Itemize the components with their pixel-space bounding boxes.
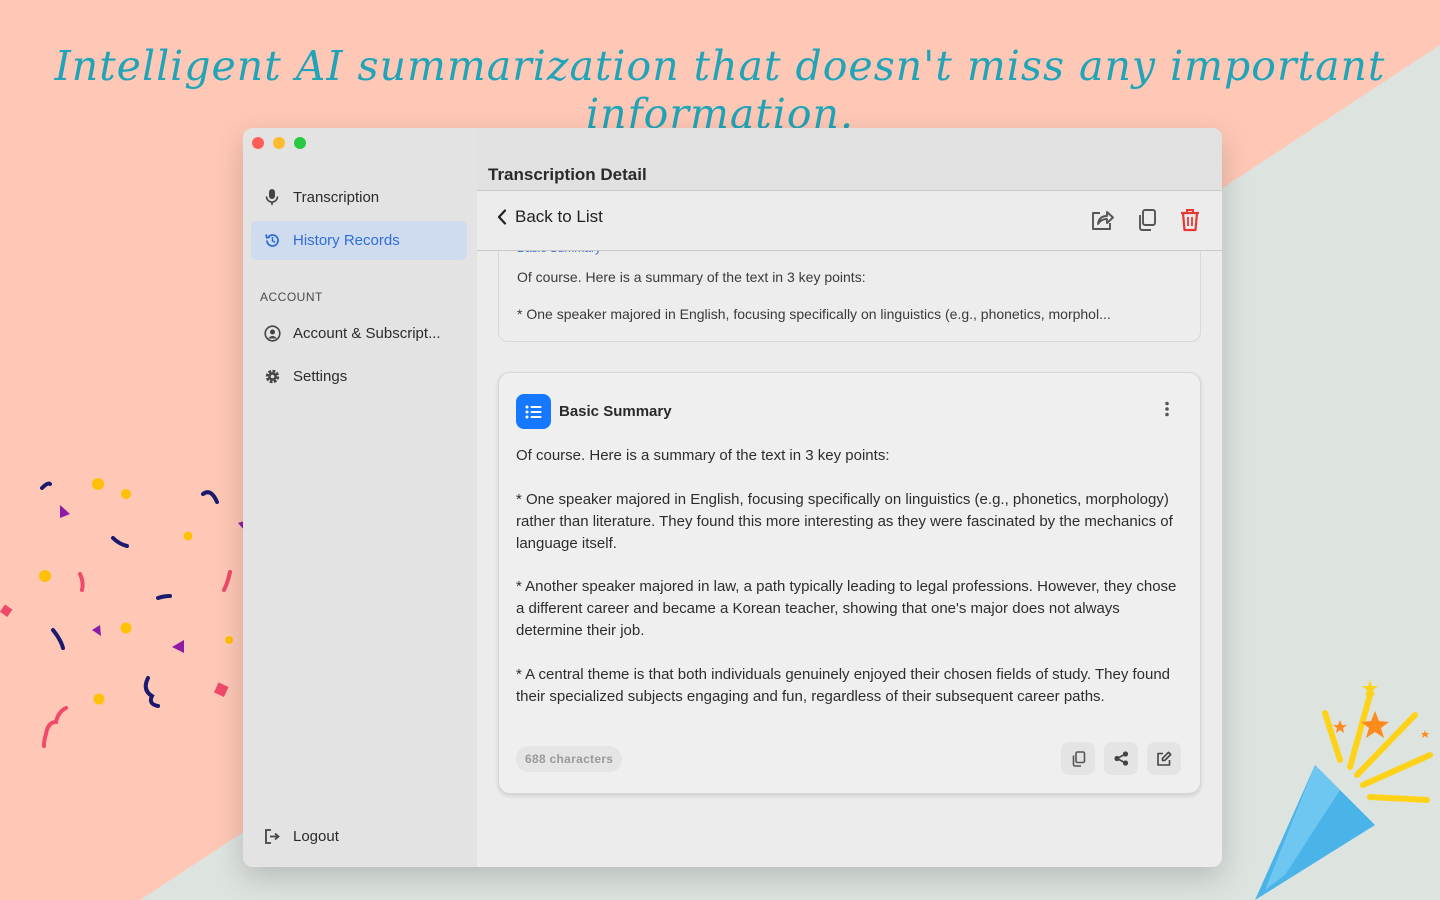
- summary-card-title: Basic Summary: [559, 403, 672, 420]
- sidebar-item-settings[interactable]: Settings: [251, 357, 467, 396]
- summary-point: * Another speaker majored in law, a path…: [516, 578, 1177, 639]
- minimize-window-button[interactable]: [273, 137, 285, 149]
- sidebar-item-history-records[interactable]: History Records: [251, 221, 467, 260]
- user-circle-icon: [263, 325, 281, 343]
- back-to-list-button[interactable]: Back to List: [497, 207, 603, 227]
- share-nodes-icon: [1113, 751, 1128, 766]
- previous-card-intro: Of course. Here is a summary of the text…: [517, 269, 866, 285]
- copy-icon: [1072, 750, 1085, 767]
- sidebar-item-label: Settings: [293, 368, 348, 385]
- card-copy-button[interactable]: [1061, 742, 1095, 775]
- detail-toolbar: Back to List: [477, 191, 1222, 251]
- summary-card: Basic Summary Of course. Here is a summa…: [498, 372, 1201, 794]
- list-icon: [516, 394, 551, 429]
- kebab-menu-icon: [1165, 401, 1169, 417]
- sidebar: Transcription History Records ACCOUNT Ac…: [243, 128, 477, 867]
- traffic-lights: [252, 137, 306, 149]
- delete-button[interactable]: [1177, 207, 1203, 233]
- sidebar-item-label: History Records: [293, 232, 400, 249]
- logout-label: Logout: [293, 828, 339, 845]
- card-edit-button[interactable]: [1147, 742, 1181, 775]
- more-options-button[interactable]: [1164, 401, 1170, 422]
- summary-point: * One speaker majored in English, focusi…: [516, 490, 1173, 552]
- copy-icon: [1139, 209, 1156, 231]
- main-header: Transcription Detail: [477, 128, 1222, 191]
- close-window-button[interactable]: [252, 137, 264, 149]
- headline: Intelligent AI summarization that doesn'…: [54, 42, 1386, 138]
- page-title: Transcription Detail: [488, 165, 647, 184]
- trash-icon: [1181, 209, 1199, 232]
- microphone-icon: [263, 189, 281, 207]
- summary-intro: Of course. Here is a summary of the text…: [516, 447, 890, 464]
- share-icon: [1091, 211, 1114, 230]
- card-share-button[interactable]: [1104, 742, 1138, 775]
- character-count-badge: 688 characters: [516, 746, 623, 772]
- back-label: Back to List: [515, 207, 603, 226]
- app-window: Transcription History Records ACCOUNT Ac…: [243, 128, 1222, 867]
- sidebar-item-label: Account & Subscript...: [293, 325, 441, 342]
- party-popper-decoration: [1255, 680, 1433, 900]
- gear-icon: [263, 368, 281, 386]
- zoom-window-button[interactable]: [294, 137, 306, 149]
- summary-card-header: Basic Summary: [516, 394, 672, 429]
- sidebar-item-label: Transcription: [293, 189, 380, 206]
- main-panel: Transcription Detail Back to List Basic …: [477, 128, 1222, 867]
- share-button[interactable]: [1089, 207, 1115, 233]
- edit-icon: [1157, 751, 1172, 766]
- previous-card-point: * One speaker majored in English, focusi…: [517, 306, 1111, 322]
- history-icon: [263, 232, 281, 250]
- logout-icon: [263, 828, 281, 846]
- summary-point: * A central theme is that both individua…: [516, 665, 1171, 705]
- chevron-left-icon: [497, 209, 507, 225]
- logout-button[interactable]: Logout: [251, 817, 467, 856]
- sidebar-item-account[interactable]: Account & Subscript...: [251, 314, 467, 353]
- summary-text: Of course. Here is a summary of the text…: [516, 445, 1184, 729]
- sidebar-item-transcription[interactable]: Transcription: [251, 178, 467, 217]
- copy-button[interactable]: [1134, 207, 1160, 233]
- account-section-label: ACCOUNT: [260, 290, 323, 304]
